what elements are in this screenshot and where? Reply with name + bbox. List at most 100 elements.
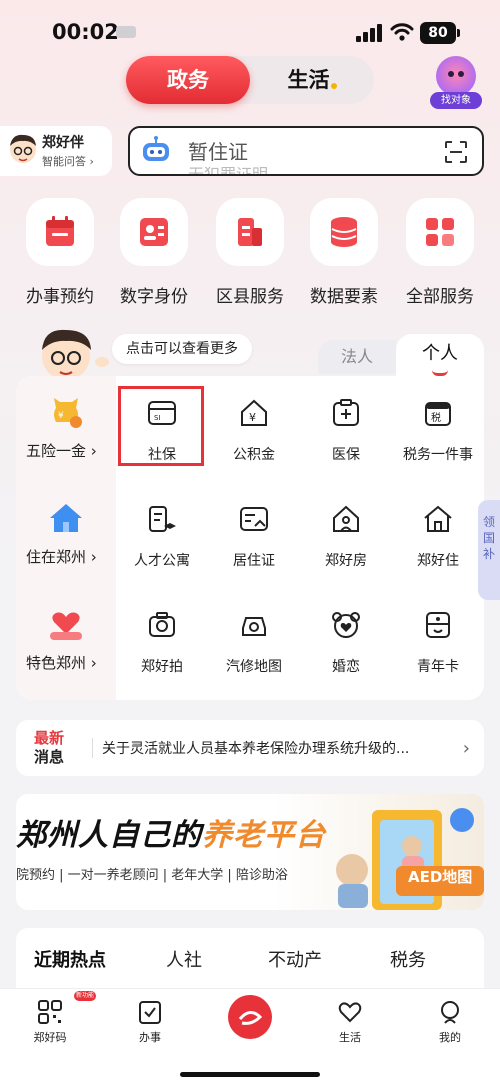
nav-code[interactable]: 郑好码 新功能 bbox=[10, 991, 96, 1045]
service-photo[interactable]: 郑好拍 bbox=[116, 596, 208, 696]
bear-heart-icon bbox=[332, 612, 360, 638]
tab-life-dot bbox=[330, 83, 337, 89]
service-dating[interactable]: 婚恋 bbox=[300, 596, 392, 696]
quick-service-label: 数据要素 bbox=[310, 287, 378, 307]
tab-personal[interactable]: 个人 bbox=[396, 334, 484, 378]
medical-insurance-icon bbox=[333, 399, 359, 426]
news-badge: 最新 消息 bbox=[34, 729, 80, 767]
tab-life-label: 生活 bbox=[287, 68, 330, 92]
tax-icon: 税 bbox=[425, 402, 451, 426]
find-partner-button[interactable]: 找对象 bbox=[430, 56, 482, 109]
chevron-right-icon: › bbox=[462, 738, 470, 759]
assistant-subtitle: 智能问答 › bbox=[42, 155, 94, 168]
news-ticker[interactable]: 最新 消息 关于灵活就业人员基本养老保险办理系统升级的... › bbox=[16, 720, 484, 776]
database-icon bbox=[331, 217, 357, 247]
category-featured[interactable]: 特色郑州 › bbox=[16, 588, 116, 700]
elderly-care-illustration bbox=[336, 808, 484, 910]
service-medical-insurance[interactable]: 医保 bbox=[300, 384, 392, 484]
quick-service-all[interactable]: 全部服务 bbox=[392, 198, 488, 308]
tab-hot-tax[interactable]: 税务 bbox=[390, 946, 426, 972]
news-badge-bottom: 消息 bbox=[34, 748, 65, 766]
quick-service-label: 办事预约 bbox=[26, 287, 94, 307]
category-living[interactable]: 住在郑州 › bbox=[16, 482, 116, 588]
quick-service-appointment[interactable]: 办事预约 bbox=[12, 198, 108, 308]
category-label: 特色郑州 › bbox=[26, 654, 97, 672]
search-bar[interactable]: 暂住证 无犯罪证明 bbox=[128, 126, 484, 176]
tab-personal-label: 个人 bbox=[422, 343, 458, 364]
status-blur bbox=[116, 26, 136, 38]
nav-label: 我的 bbox=[439, 1031, 461, 1044]
bottom-nav: 郑好码 新功能 办事 生活 我的 bbox=[0, 988, 500, 1084]
svg-text:¥: ¥ bbox=[58, 411, 64, 421]
camera-icon bbox=[149, 612, 175, 637]
news-headline: 关于灵活就业人员基本养老保险办理系统升级的... bbox=[102, 741, 410, 757]
nav-services[interactable]: 办事 bbox=[110, 999, 190, 1045]
service-youth-card[interactable]: 青年卡 bbox=[392, 596, 484, 696]
tab-underline bbox=[432, 370, 448, 376]
news-badge-top: 最新 bbox=[34, 729, 65, 747]
mascot-icon bbox=[436, 56, 476, 96]
home-indicator bbox=[180, 1072, 320, 1077]
youth-card-icon bbox=[426, 612, 450, 638]
quick-service-data[interactable]: 数据要素 bbox=[296, 198, 392, 308]
piggy-bank-icon: ¥ bbox=[54, 398, 82, 428]
service-talent-apartment[interactable]: 人才公寓 bbox=[116, 490, 208, 590]
assistant-entry[interactable]: 郑好伴 智能问答 › bbox=[0, 126, 112, 176]
find-partner-label: 找对象 bbox=[430, 92, 482, 109]
tab-government[interactable]: 政务 bbox=[126, 56, 250, 104]
elderly-care-banner[interactable]: 郑州人自己的养老平台 院预约 | 一对一养老顾问 | 老年大学 | 陪诊助浴 A… bbox=[16, 794, 484, 910]
search-placeholder-next: 无犯罪证明 bbox=[188, 165, 269, 176]
service-car-repair-map[interactable]: 汽修地图 bbox=[208, 596, 300, 696]
quick-service-label: 全部服务 bbox=[406, 287, 474, 307]
svg-text:¥: ¥ bbox=[249, 411, 256, 424]
service-label: 郑好住 bbox=[417, 553, 459, 569]
tab-legal-entity[interactable]: 法人 bbox=[318, 340, 396, 374]
banner-title-highlight: 养老平台 bbox=[202, 818, 326, 853]
hint-bubble: 点击可以查看更多 bbox=[112, 334, 252, 364]
service-label: 汽修地图 bbox=[226, 659, 282, 675]
nav-life[interactable]: 生活 bbox=[310, 999, 390, 1045]
tab-hot-hr[interactable]: 人社 bbox=[166, 946, 202, 972]
svg-text:税: 税 bbox=[431, 411, 441, 424]
qr-code-icon bbox=[38, 1000, 62, 1024]
quick-service-district[interactable]: 区县服务 bbox=[202, 198, 298, 308]
quick-service-label: 区县服务 bbox=[216, 287, 284, 307]
nav-label: 办事 bbox=[139, 1031, 161, 1044]
service-residence-permit[interactable]: 居住证 bbox=[208, 490, 300, 590]
news-divider bbox=[92, 738, 93, 758]
checklist-icon bbox=[139, 1001, 161, 1024]
side-tab-subsidy[interactable]: 领国补 bbox=[478, 500, 500, 600]
calendar-icon bbox=[46, 216, 74, 246]
category-insurance[interactable]: ¥ 五险一金 › bbox=[16, 376, 116, 482]
quick-service-digital-id[interactable]: 数字身份 bbox=[106, 198, 202, 308]
yuan-house-icon: ¥ bbox=[241, 399, 267, 426]
service-label: 婚恋 bbox=[332, 659, 360, 675]
assistant-avatar-icon bbox=[10, 134, 36, 163]
service-good-living[interactable]: 郑好住 bbox=[392, 490, 484, 590]
status-time: 00:02 bbox=[52, 20, 119, 44]
battery-level: 80 bbox=[420, 22, 460, 44]
home-icon bbox=[424, 505, 452, 532]
nav-mine[interactable]: 我的 bbox=[410, 999, 490, 1045]
service-label: 医保 bbox=[332, 447, 360, 463]
residence-permit-icon bbox=[240, 507, 268, 531]
mode-switch[interactable]: 政务 生活 bbox=[126, 56, 374, 104]
quick-service-label: 数字身份 bbox=[120, 287, 188, 307]
service-label: 人才公寓 bbox=[134, 553, 190, 569]
tab-hot-recent[interactable]: 近期热点 bbox=[34, 946, 106, 972]
talent-apartment-icon bbox=[149, 506, 176, 532]
app-logo-icon bbox=[238, 1011, 263, 1025]
tab-hot-realestate[interactable]: 不动产 bbox=[268, 946, 322, 972]
aed-map-label[interactable]: AED地图 bbox=[408, 866, 472, 887]
scan-icon[interactable] bbox=[444, 140, 468, 164]
service-label: 青年卡 bbox=[417, 659, 459, 675]
service-good-house[interactable]: 郑好房 bbox=[300, 490, 392, 590]
service-tax[interactable]: 税 税务一件事 bbox=[392, 384, 484, 484]
heart-icon bbox=[338, 1002, 362, 1023]
nav-home-logo[interactable] bbox=[228, 995, 272, 1039]
category-label: 五险一金 › bbox=[26, 442, 97, 460]
service-housing-fund[interactable]: ¥ 公积金 bbox=[208, 384, 300, 484]
tab-life[interactable]: 生活 bbox=[250, 56, 374, 104]
assistant-name: 郑好伴 bbox=[42, 135, 84, 151]
heart-hands-icon bbox=[50, 612, 82, 640]
